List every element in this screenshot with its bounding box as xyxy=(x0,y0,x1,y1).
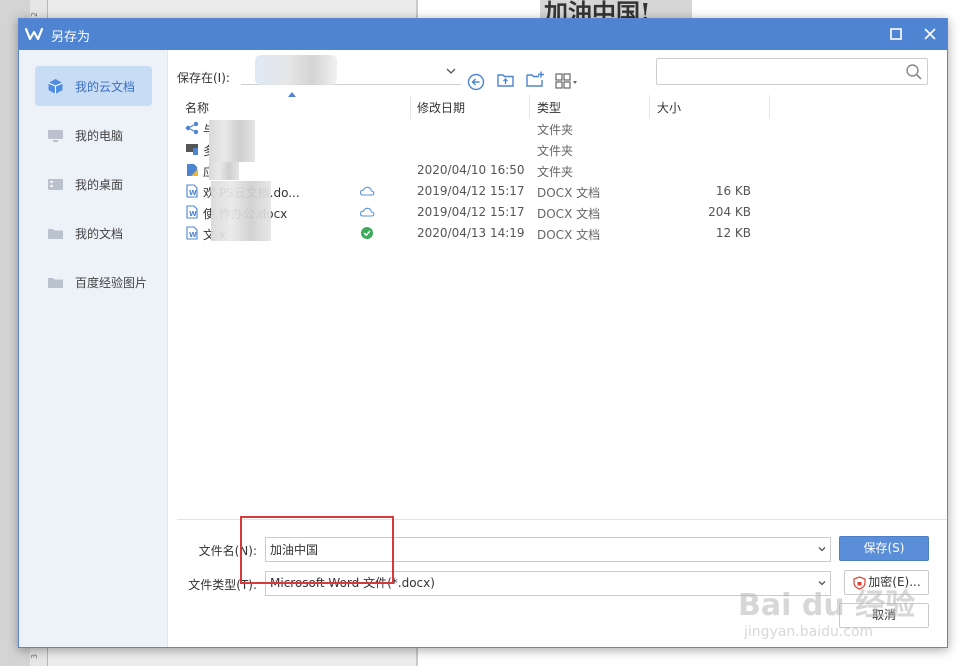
folder-icon xyxy=(48,229,63,239)
cancel-button[interactable]: 取消 xyxy=(839,603,929,628)
dialog-title: 另存为 xyxy=(51,30,91,45)
sidebar-item-desktop[interactable]: 我的桌面 xyxy=(35,164,152,204)
encrypt-label: 加密(E)... xyxy=(868,575,921,589)
cloud-doc-icon xyxy=(48,79,63,94)
synced-check-icon xyxy=(361,227,373,239)
sidebar-item-label: 我的桌面 xyxy=(75,178,124,192)
close-button[interactable] xyxy=(913,19,947,50)
filename-label: 文件名(N): xyxy=(198,544,257,558)
word-doc-icon: W xyxy=(186,184,198,198)
word-doc-icon: W xyxy=(186,205,198,219)
file-list-header: 名称 修改日期 类型 大小 xyxy=(177,92,947,119)
maximize-icon xyxy=(890,28,902,40)
file-size: 16 KB xyxy=(715,184,751,198)
computer-icon xyxy=(48,130,63,142)
cloud-icon xyxy=(359,186,375,196)
wps-logo-icon xyxy=(25,27,43,41)
file-date: 2020/04/10 16:50 xyxy=(417,163,525,177)
dialog-titlebar[interactable]: 另存为 xyxy=(19,19,947,50)
file-date: 2019/04/12 15:17 xyxy=(417,205,525,219)
filetype-dropdown[interactable]: Microsoft Word 文件(*.docx) xyxy=(265,571,831,596)
column-divider[interactable] xyxy=(769,95,770,119)
column-header-name[interactable]: 名称 xyxy=(185,99,209,116)
svg-text:W: W xyxy=(189,231,197,239)
cloud-icon xyxy=(359,207,375,217)
up-folder-icon[interactable] xyxy=(496,70,516,90)
file-type: DOCX 文档 xyxy=(537,228,601,242)
device-folder-icon xyxy=(186,144,198,155)
file-row[interactable]: 应 2020/04/10 16:50 文件夹 xyxy=(177,160,777,181)
redacted-path xyxy=(255,55,337,85)
filetype-label: 文件类型(T): xyxy=(188,578,257,592)
file-type: 文件夹 xyxy=(537,144,574,158)
sidebar-item-documents[interactable]: 我的文档 xyxy=(35,213,152,253)
sidebar-item-label: 我的电脑 xyxy=(75,129,124,143)
view-mode-icon[interactable] xyxy=(554,71,580,91)
new-folder-icon[interactable] xyxy=(525,70,545,90)
column-header-size[interactable]: 大小 xyxy=(657,99,681,116)
save-button[interactable]: 保存(S) xyxy=(839,536,929,561)
column-header-type[interactable]: 类型 xyxy=(537,99,561,116)
form-divider xyxy=(177,519,947,520)
svg-text:W: W xyxy=(189,210,197,218)
chevron-down-icon xyxy=(446,68,456,74)
column-divider[interactable] xyxy=(410,95,411,119)
save-in-label: 保存在(I): xyxy=(177,71,230,85)
encrypt-button[interactable]: 加密(E)... xyxy=(844,570,929,595)
sidebar-item-baidu-images[interactable]: 百度经验图片 xyxy=(35,262,152,302)
file-row[interactable]: 与 文件夹 xyxy=(177,118,777,139)
column-header-modified[interactable]: 修改日期 xyxy=(417,99,465,116)
folder-icon xyxy=(48,278,63,288)
file-type: 文件夹 xyxy=(537,165,574,179)
search-field[interactable] xyxy=(656,58,928,85)
save-location-dropdown[interactable] xyxy=(241,55,461,85)
shield-lock-icon xyxy=(853,576,866,590)
file-size: 204 KB xyxy=(708,205,751,219)
back-icon[interactable] xyxy=(466,72,486,92)
svg-text:W: W xyxy=(189,189,197,197)
filename-input[interactable] xyxy=(265,537,831,562)
word-doc-icon: W xyxy=(186,226,198,240)
sidebar-item-label: 我的云文档 xyxy=(75,80,136,94)
file-type: 文件夹 xyxy=(537,123,574,137)
search-icon xyxy=(906,64,922,80)
column-divider[interactable] xyxy=(529,95,530,119)
maximize-button[interactable] xyxy=(879,19,913,50)
document-heading: 加油中国! xyxy=(540,0,692,20)
filetype-value: Microsoft Word 文件(*.docx) xyxy=(270,576,435,590)
file-type: DOCX 文档 xyxy=(537,186,601,200)
file-row[interactable]: 多 文件夹 xyxy=(177,139,777,160)
app-folder-icon xyxy=(187,164,198,176)
save-as-dialog: 另存为 我的云文档 我的电脑 我的桌面 我的文档 百度经验图片 保存在(I): … xyxy=(18,18,948,648)
file-size: 12 KB xyxy=(715,226,751,240)
sidebar-item-label: 百度经验图片 xyxy=(75,276,148,290)
share-folder-icon xyxy=(185,121,199,135)
file-date: 2020/04/13 14:19 xyxy=(417,226,525,240)
desktop-icon xyxy=(48,179,63,190)
ruler-mark: 2 xyxy=(30,11,40,18)
sidebar-item-label: 我的文档 xyxy=(75,227,124,241)
sort-ascending-icon xyxy=(288,92,296,97)
column-divider[interactable] xyxy=(649,95,650,119)
file-date: 2019/04/12 15:17 xyxy=(417,184,525,198)
places-sidebar: 我的云文档 我的电脑 我的桌面 我的文档 百度经验图片 xyxy=(19,50,168,647)
sidebar-item-computer[interactable]: 我的电脑 xyxy=(35,115,152,155)
ruler-mark: 3 xyxy=(30,653,40,660)
redaction-blur xyxy=(209,120,255,162)
sidebar-item-cloud-docs[interactable]: 我的云文档 xyxy=(35,66,152,106)
redaction-blur xyxy=(209,162,239,180)
file-type: DOCX 文档 xyxy=(537,207,601,221)
redaction-blur xyxy=(211,181,271,241)
close-icon xyxy=(924,28,936,40)
